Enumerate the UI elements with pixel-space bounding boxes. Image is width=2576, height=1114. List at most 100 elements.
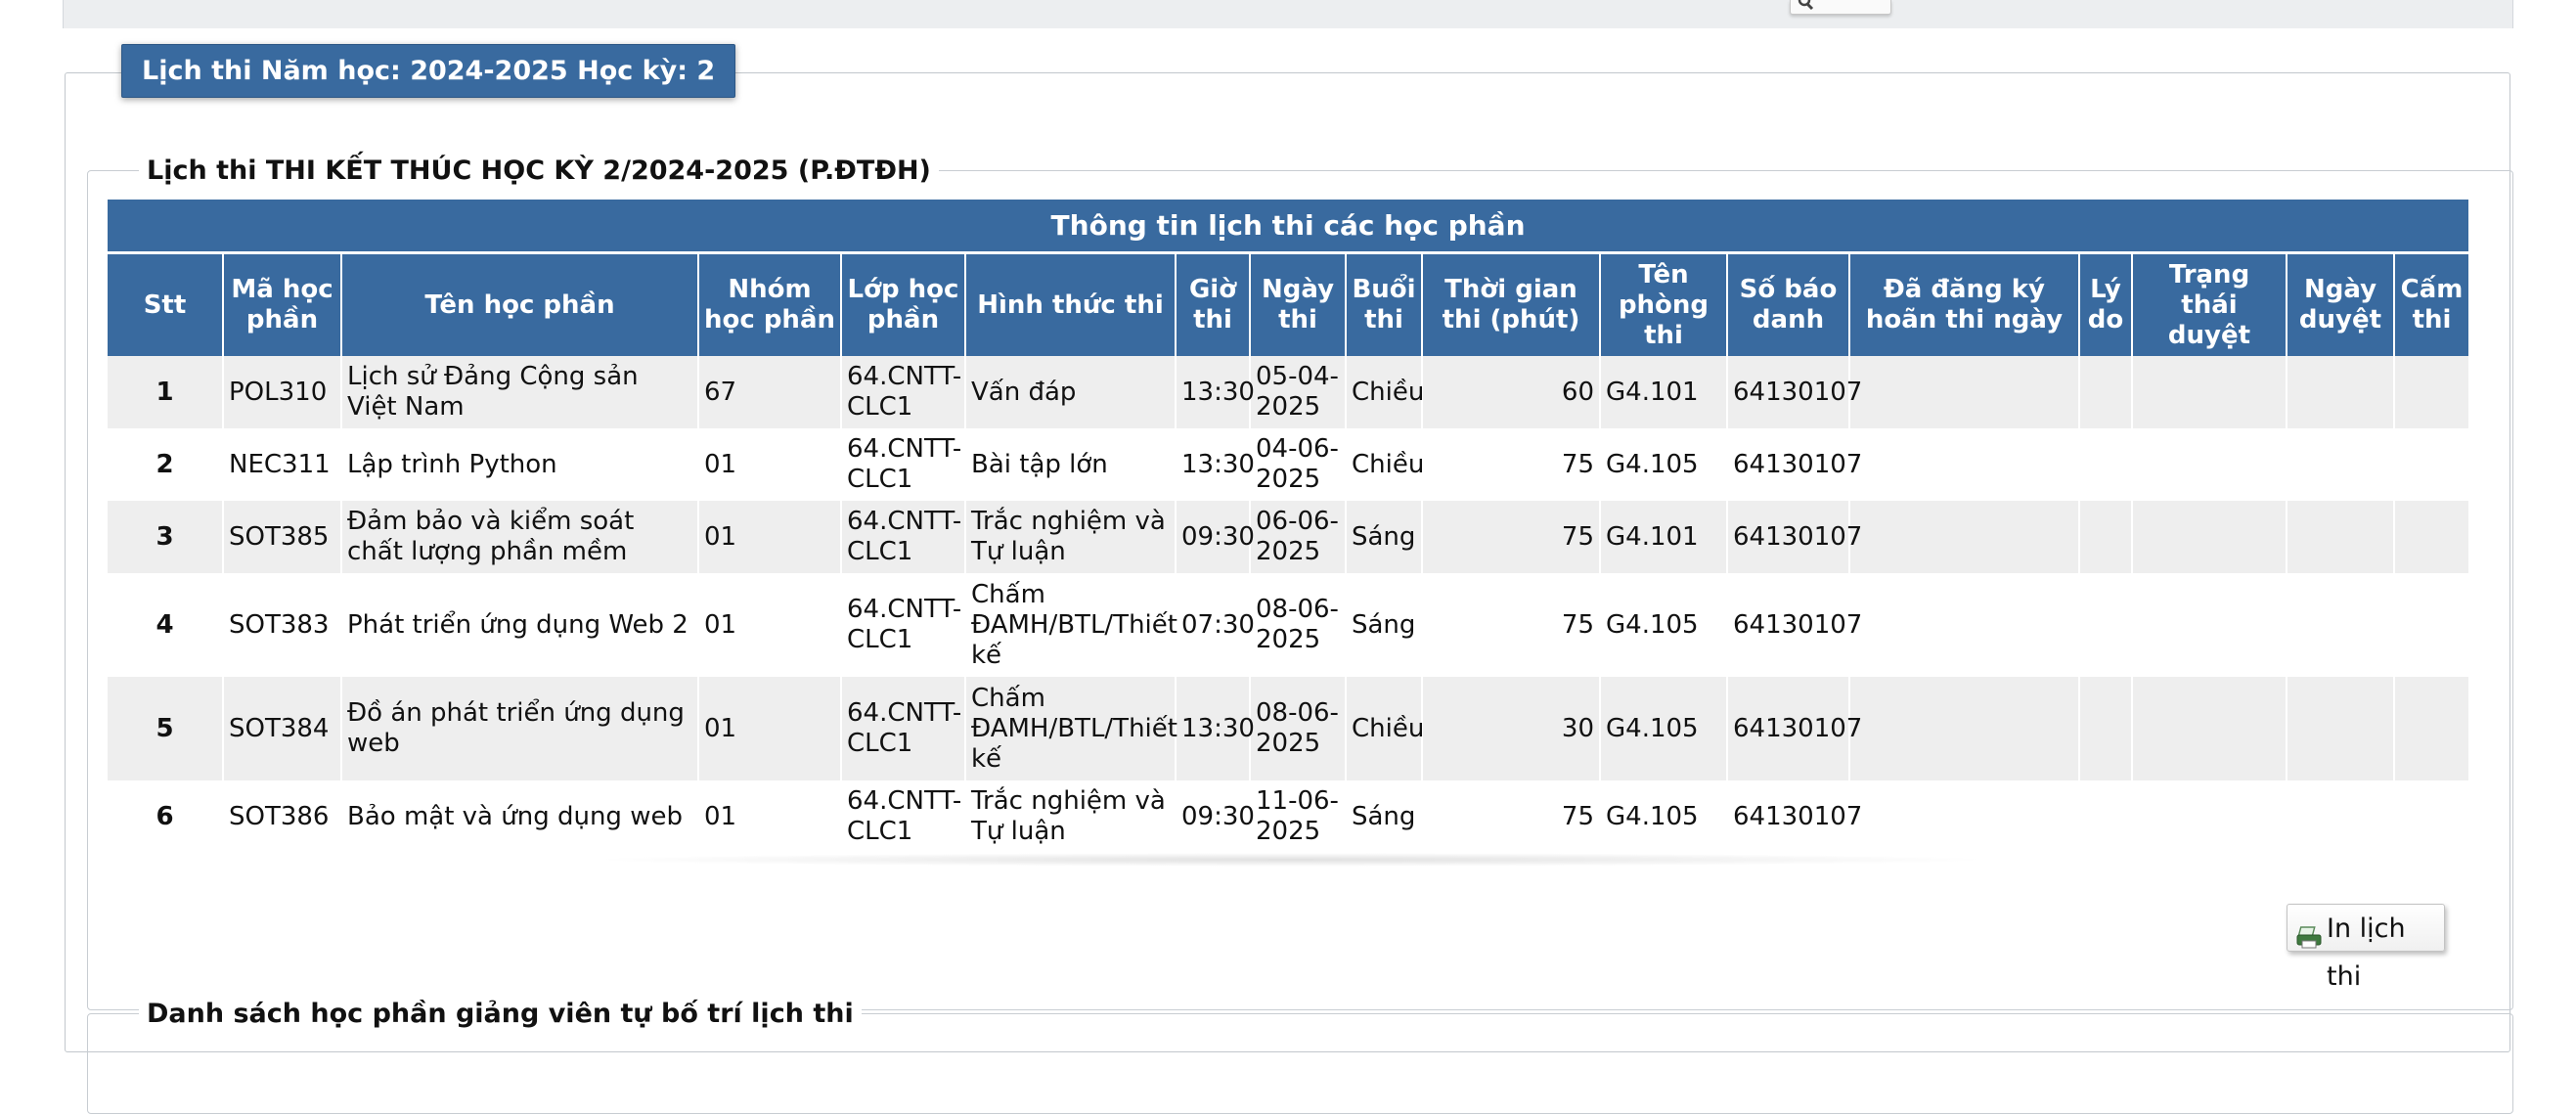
search-button[interactable] bbox=[1790, 0, 1891, 15]
table-cell: 75 bbox=[1422, 428, 1601, 501]
table-cell: 09:30 bbox=[1176, 780, 1255, 853]
table-cell: 64.CNTT-CLC1 bbox=[841, 501, 966, 573]
table-body: 1 POL310 Lịch sử Đảng Cộng sản Việt Nam 67 6… bbox=[108, 356, 2469, 853]
table-cell bbox=[1849, 780, 2080, 853]
table-cell bbox=[2394, 428, 2469, 501]
column-header: Số báo danh bbox=[1727, 252, 1850, 356]
table-cell: Chiều bbox=[1346, 356, 1424, 428]
table-cell: 60 bbox=[1422, 356, 1601, 428]
column-header: Mã học phần bbox=[223, 252, 342, 356]
table-cell: Bài tập lớn bbox=[965, 428, 1177, 501]
table-cell: 05-04-2025 bbox=[1250, 356, 1347, 428]
table-cell: 08-06-2025 bbox=[1250, 573, 1347, 677]
table-cell: 01 bbox=[698, 573, 842, 677]
table-cell: 64.CNTT-CLC1 bbox=[841, 356, 966, 428]
table-cell bbox=[2079, 501, 2133, 573]
exam-schedule-table: Thông tin lịch thi các học phần Stt Mã họ… bbox=[108, 200, 2469, 853]
table-cell: Sáng bbox=[1346, 501, 1423, 573]
table-cell: 30 bbox=[1422, 677, 1601, 780]
column-header: Buổi thi bbox=[1346, 252, 1423, 356]
table-cell bbox=[2132, 501, 2287, 573]
table-cell: 01 bbox=[698, 677, 842, 780]
table-row: 6 SOT386 Bảo mật và ứng dụng web 01 64.CNTT-… bbox=[108, 780, 2469, 853]
table-cell: 3 bbox=[108, 501, 224, 573]
table-cell bbox=[1849, 356, 2080, 428]
table-cell bbox=[2394, 356, 2469, 428]
table-cell: 13:30 bbox=[1176, 677, 1255, 780]
column-header: Nhóm học phần bbox=[698, 252, 842, 356]
table-cell bbox=[2287, 501, 2395, 573]
table-cell bbox=[2079, 677, 2133, 780]
table-cell: Chấm ĐAMH/BTL/Thiết kế bbox=[965, 573, 1177, 677]
table-cell: 64130107 bbox=[1727, 780, 1862, 853]
table-cell bbox=[1849, 428, 2080, 501]
table-cell: 4 bbox=[108, 573, 224, 677]
table-cell: 75 bbox=[1422, 573, 1601, 677]
table-cell: 64.CNTT-CLC1 bbox=[841, 573, 966, 677]
panel-title-tab: Lịch thi Năm học: 2024-2025 Học kỳ: 2 bbox=[121, 44, 736, 98]
table-row: 3 SOT385 Đảm bảo và kiểm soát chất lượng p… bbox=[108, 501, 2469, 573]
table-cell: POL310 bbox=[223, 356, 342, 428]
table-cell: SOT385 bbox=[223, 501, 342, 573]
table-cell: 01 bbox=[698, 501, 842, 573]
table-cell bbox=[2132, 573, 2287, 677]
table-cell: 64130107 bbox=[1727, 573, 1862, 677]
table-cell: 08-06-2025 bbox=[1250, 677, 1347, 780]
table-row: 4 SOT383 Phát triển ứng dụng Web 2 01 64.CNT… bbox=[108, 573, 2469, 677]
column-header: Lớp học phần bbox=[841, 252, 966, 356]
table-cell: Lịch sử Đảng Cộng sản Việt Nam bbox=[341, 356, 699, 428]
column-header: Ngày duyệt bbox=[2287, 252, 2395, 356]
column-header: Stt bbox=[108, 252, 224, 356]
table-shadow bbox=[587, 853, 1995, 867]
table-cell: 67 bbox=[698, 356, 842, 428]
table-cell bbox=[2287, 780, 2395, 853]
table-cell: Phát triển ứng dụng Web 2 bbox=[341, 573, 699, 677]
table-cell: SOT384 bbox=[223, 677, 342, 780]
column-header: Trạng thái duyệt bbox=[2132, 252, 2287, 356]
table-cell bbox=[2394, 573, 2469, 677]
table-cell: 75 bbox=[1422, 780, 1601, 853]
table-cell: Chiều bbox=[1346, 677, 1424, 780]
table-cell bbox=[2132, 780, 2287, 853]
printer-icon bbox=[2295, 917, 2323, 965]
table-cell: G4.105 bbox=[1600, 677, 1728, 780]
top-toolbar-strip bbox=[63, 0, 2513, 28]
column-header: Hình thức thi bbox=[965, 252, 1177, 356]
table-cell: SOT383 bbox=[223, 573, 342, 677]
self-arranged-list-group: Danh sách học phần giảng viên tự bố trí … bbox=[87, 999, 2513, 1114]
table-cell: 64.CNTT-CLC1 bbox=[841, 428, 966, 501]
column-header: Giờ thi bbox=[1176, 252, 1251, 356]
table-cell: 64130107 bbox=[1727, 356, 1862, 428]
table-cell: G4.105 bbox=[1600, 780, 1728, 853]
table-cell: Trắc nghiệm và Tự luận bbox=[965, 780, 1177, 853]
table-cell: 75 bbox=[1422, 501, 1601, 573]
table-row: 2 NEC311 Lập trình Python 01 64.CNTT-CLC1 Bài… bbox=[108, 428, 2469, 501]
table-cell bbox=[1849, 573, 2080, 677]
table-cell bbox=[2287, 356, 2395, 428]
print-schedule-button[interactable]: In lịch thi bbox=[2287, 904, 2445, 992]
table-cell: 01 bbox=[698, 780, 842, 853]
table-cell: 2 bbox=[108, 428, 224, 501]
table-cell: Chiều bbox=[1346, 428, 1424, 501]
table-cell bbox=[2394, 501, 2469, 573]
table-cell: 13:30 bbox=[1176, 428, 1255, 501]
column-header: Tên học phần bbox=[341, 252, 699, 356]
table-row: 1 POL310 Lịch sử Đảng Cộng sản Việt Nam 67 6… bbox=[108, 356, 2469, 428]
final-exam-group-title: Lịch thi THI KẾT THÚC HỌC KỲ 2/2024-2025… bbox=[139, 156, 939, 186]
table-cell: 1 bbox=[108, 356, 224, 428]
table-cell: 64130107 bbox=[1727, 501, 1862, 573]
column-header: Thời gian thi (phút) bbox=[1422, 252, 1601, 356]
table-cell bbox=[1849, 501, 2080, 573]
table-cell: Bảo mật và ứng dụng web bbox=[341, 780, 699, 853]
table-cell: G4.105 bbox=[1600, 573, 1728, 677]
table-cell: 09:30 bbox=[1176, 501, 1255, 573]
table-cell: 01 bbox=[698, 428, 842, 501]
column-header: Ngày thi bbox=[1250, 252, 1347, 356]
table-cell bbox=[2079, 573, 2133, 677]
table-cell: 64130107 bbox=[1727, 428, 1862, 501]
table-cell: 5 bbox=[108, 677, 224, 780]
self-arranged-list-title: Danh sách học phần giảng viên tự bố trí … bbox=[139, 999, 862, 1029]
table-cell: Lập trình Python bbox=[341, 428, 699, 501]
table-cell bbox=[1849, 677, 2080, 780]
table-cell: Sáng bbox=[1346, 573, 1423, 677]
